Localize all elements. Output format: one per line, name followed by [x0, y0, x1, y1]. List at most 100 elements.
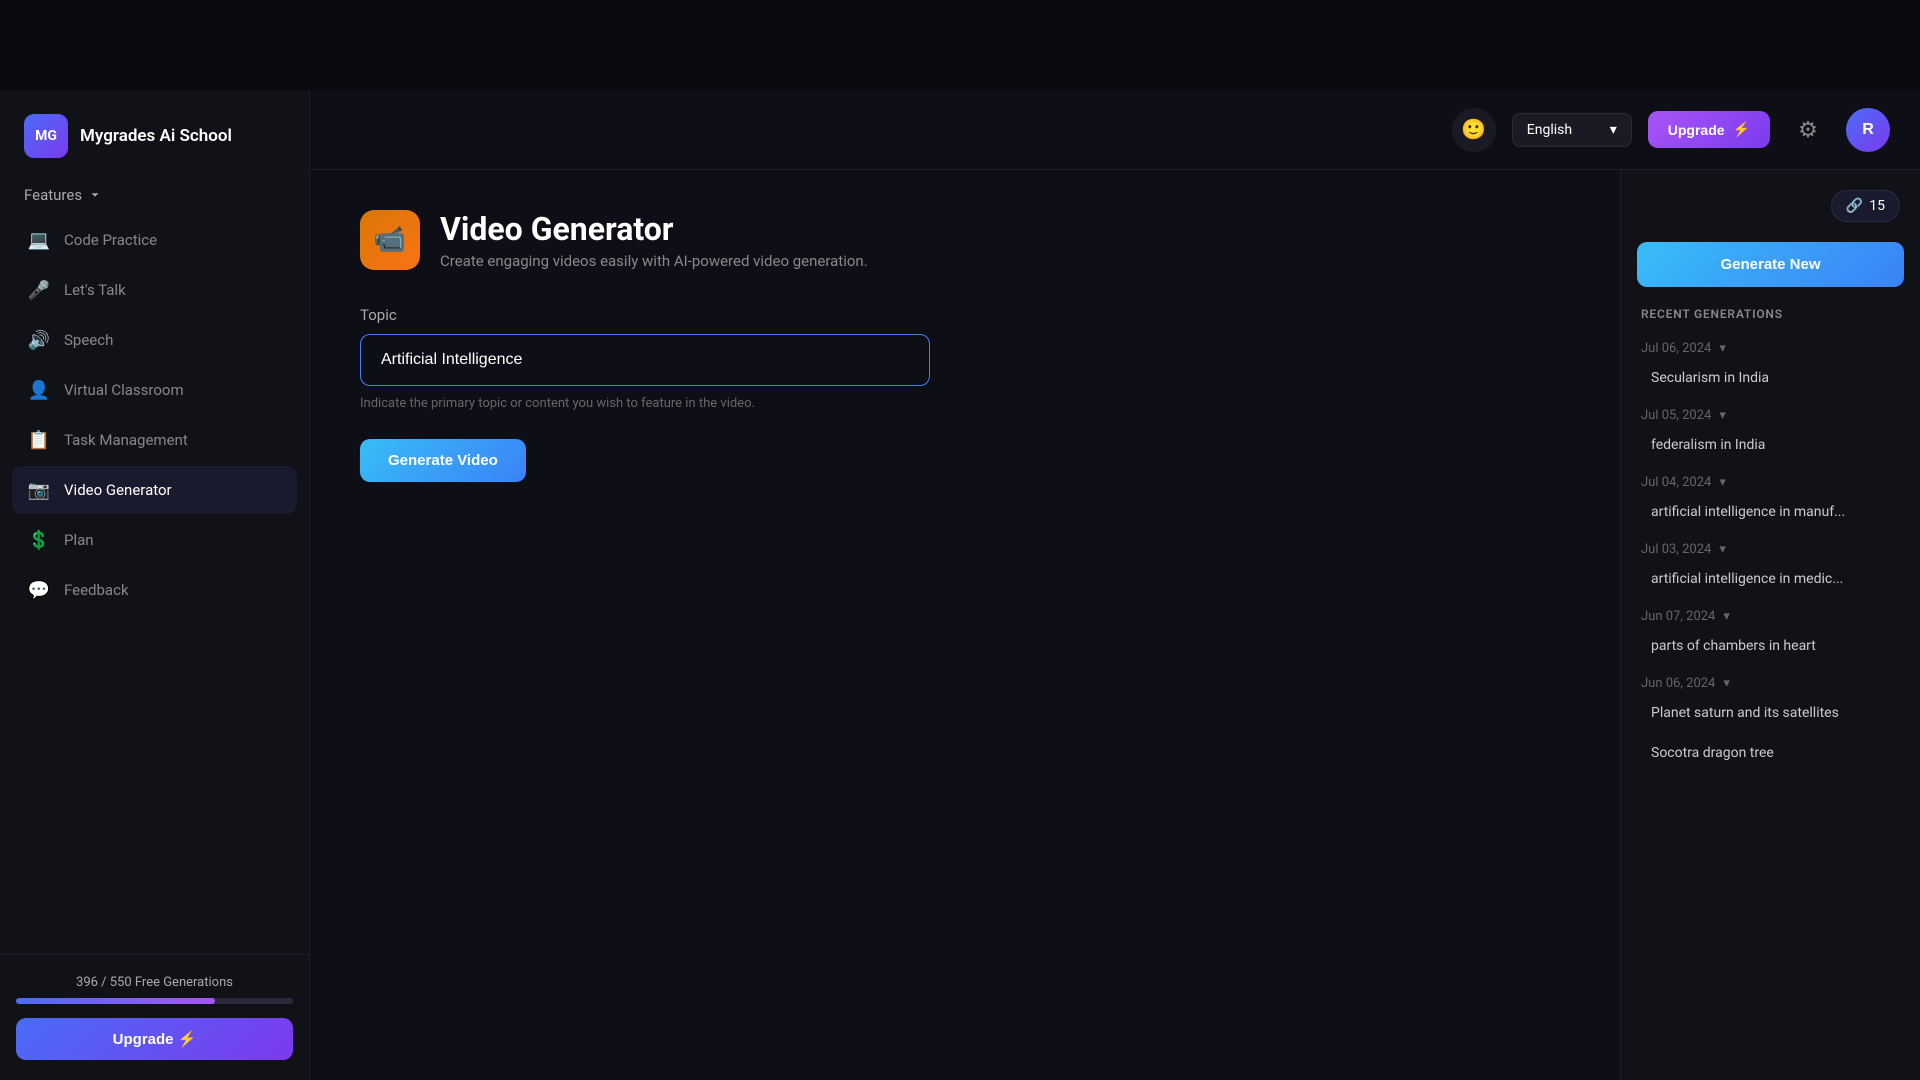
virtual-icon: 👤: [28, 379, 50, 401]
chevron-down-icon: ▾: [1723, 609, 1730, 624]
language-value: English: [1527, 122, 1572, 138]
recent-item[interactable]: Secularism in India: [1637, 362, 1904, 394]
recent-date-jun06[interactable]: Jun 06, 2024 ▾: [1637, 670, 1904, 697]
sidebar-item-label: Virtual Classroom: [64, 381, 184, 399]
credits-badge: 🔗 15: [1831, 190, 1900, 222]
recent-group-jul03: Jul 03, 2024 ▾ artificial intelligence i…: [1637, 536, 1904, 595]
upgrade-label: Upgrade: [1668, 122, 1725, 138]
speaker-icon: 🔊: [28, 329, 50, 351]
page-icon: 📹: [360, 210, 420, 270]
avatar-button[interactable]: R: [1846, 108, 1890, 152]
upgrade-button-header[interactable]: Upgrade ⚡: [1648, 111, 1770, 148]
generate-video-button[interactable]: Generate Video: [360, 439, 526, 482]
progress-bar-background: [16, 998, 293, 1004]
sidebar-item-label: Feedback: [64, 581, 129, 599]
credits-count: 15: [1869, 198, 1885, 214]
content-area: 📹 Video Generator Create engaging videos…: [310, 170, 1920, 1080]
chevron-down-icon: ▾: [1719, 408, 1726, 423]
recent-group-jul04: Jul 04, 2024 ▾ artificial intelligence i…: [1637, 469, 1904, 528]
sidebar-item-label: Let's Talk: [64, 281, 126, 299]
sidebar-item-speech[interactable]: 🔊 Speech: [12, 316, 297, 364]
recent-group-jul06: Jul 06, 2024 ▾ Secularism in India: [1637, 335, 1904, 394]
sidebar-item-task-management[interactable]: 📋 Task Management: [12, 416, 297, 464]
features-label: Features: [24, 186, 82, 204]
logo-icon: MG: [24, 114, 68, 158]
date-label: Jul 03, 2024: [1641, 542, 1711, 557]
sidebar-item-feedback[interactable]: 💬 Feedback: [12, 566, 297, 614]
chevron-down-icon: ▾: [1719, 542, 1726, 557]
logo-text: Mygrades Ai School: [80, 126, 232, 146]
recent-item[interactable]: artificial intelligence in manuf...: [1637, 496, 1904, 528]
feedback-icon: 💬: [28, 579, 50, 601]
code-icon: 💻: [28, 229, 50, 251]
recent-group-socotra: Socotra dragon tree: [1637, 737, 1904, 769]
page-title: Video Generator: [440, 210, 868, 248]
recent-date-jun07[interactable]: Jun 07, 2024 ▾: [1637, 603, 1904, 630]
link-icon: 🔗: [1846, 198, 1863, 214]
video-icon: 📷: [28, 479, 50, 501]
page-subtitle: Create engaging videos easily with AI-po…: [440, 252, 868, 270]
recent-generations-header: RECENT GENERATIONS: [1621, 303, 1920, 335]
recent-date-jul06[interactable]: Jul 06, 2024 ▾: [1637, 335, 1904, 362]
sidebar-item-virtual-classroom[interactable]: 👤 Virtual Classroom: [12, 366, 297, 414]
recent-item[interactable]: federalism in India: [1637, 429, 1904, 461]
language-selector[interactable]: English ▾: [1512, 113, 1632, 147]
topic-label: Topic: [360, 306, 1570, 324]
date-label: Jun 07, 2024: [1641, 609, 1715, 624]
avatar-initial: R: [1862, 121, 1874, 139]
emoji-icon: 🙂: [1461, 117, 1486, 142]
sidebar-item-code-practice[interactable]: 💻 Code Practice: [12, 216, 297, 264]
date-label: Jul 06, 2024: [1641, 341, 1711, 356]
emoji-button[interactable]: 🙂: [1452, 108, 1496, 152]
features-header[interactable]: Features: [0, 178, 309, 216]
gear-icon: ⚙: [1798, 117, 1818, 143]
right-panel: 🔗 15 Generate New RECENT GENERATIONS Jul…: [1620, 170, 1920, 1080]
progress-bar-fill: [16, 998, 215, 1004]
recent-date-jul05[interactable]: Jul 05, 2024 ▾: [1637, 402, 1904, 429]
recent-group-jul05: Jul 05, 2024 ▾ federalism in India: [1637, 402, 1904, 461]
upgrade-button-sidebar[interactable]: Upgrade ⚡: [16, 1018, 293, 1060]
top-header: 🙂 English ▾ Upgrade ⚡ ⚙ R: [310, 90, 1920, 170]
sidebar-item-video-generator[interactable]: 📷 Video Generator: [12, 466, 297, 514]
right-top-area: 🔗 15: [1621, 170, 1920, 222]
recent-group-jun07: Jun 07, 2024 ▾ parts of chambers in hear…: [1637, 603, 1904, 662]
recent-item[interactable]: artificial intelligence in medic...: [1637, 563, 1904, 595]
nav-items: 💻 Code Practice 🎤 Let's Talk 🔊 Speech 👤 …: [0, 216, 309, 954]
settings-button[interactable]: ⚙: [1786, 108, 1830, 152]
topic-hint: Indicate the primary topic or content yo…: [360, 396, 1570, 411]
chevron-down-icon: ▾: [1719, 341, 1726, 356]
chevron-down-icon: [88, 188, 102, 202]
top-bar: [0, 0, 1920, 90]
bolt-icon: ⚡: [1733, 121, 1750, 138]
sidebar-item-label: Speech: [64, 331, 113, 349]
page-title-area: Video Generator Create engaging videos e…: [440, 210, 868, 270]
task-icon: 📋: [28, 429, 50, 451]
sidebar-item-plan[interactable]: 💲 Plan: [12, 516, 297, 564]
recent-item[interactable]: parts of chambers in heart: [1637, 630, 1904, 662]
date-label: Jul 04, 2024: [1641, 475, 1711, 490]
recent-group-jun06: Jun 06, 2024 ▾ Planet saturn and its sat…: [1637, 670, 1904, 729]
generate-new-button[interactable]: Generate New: [1637, 242, 1904, 287]
chevron-down-icon: ▾: [1723, 676, 1730, 691]
recent-item[interactable]: Planet saturn and its satellites: [1637, 697, 1904, 729]
sidebar-item-label: Code Practice: [64, 231, 157, 249]
chevron-down-icon: ▾: [1719, 475, 1726, 490]
chevron-down-icon: ▾: [1610, 122, 1617, 138]
recent-date-jul04[interactable]: Jul 04, 2024 ▾: [1637, 469, 1904, 496]
date-label: Jun 06, 2024: [1641, 676, 1715, 691]
recent-list: Jul 06, 2024 ▾ Secularism in India Jul 0…: [1621, 335, 1920, 1080]
main-content: 🙂 English ▾ Upgrade ⚡ ⚙ R 📹: [310, 90, 1920, 1080]
page-header: 📹 Video Generator Create engaging videos…: [360, 210, 1570, 270]
recent-date-jul03[interactable]: Jul 03, 2024 ▾: [1637, 536, 1904, 563]
sidebar-bottom: 396 / 550 Free Generations Upgrade ⚡: [0, 954, 309, 1080]
sidebar-item-label: Task Management: [64, 431, 188, 449]
sidebar: MG Mygrades Ai School Features 💻 Code Pr…: [0, 90, 310, 1080]
date-label: Jul 05, 2024: [1641, 408, 1711, 423]
plan-icon: 💲: [28, 529, 50, 551]
sidebar-item-lets-talk[interactable]: 🎤 Let's Talk: [12, 266, 297, 314]
main-panel: 📹 Video Generator Create engaging videos…: [310, 170, 1620, 1080]
video-camera-icon: 📹: [374, 225, 406, 255]
topic-input[interactable]: [360, 334, 930, 386]
recent-item[interactable]: Socotra dragon tree: [1637, 737, 1904, 769]
sidebar-logo[interactable]: MG Mygrades Ai School: [0, 90, 309, 178]
